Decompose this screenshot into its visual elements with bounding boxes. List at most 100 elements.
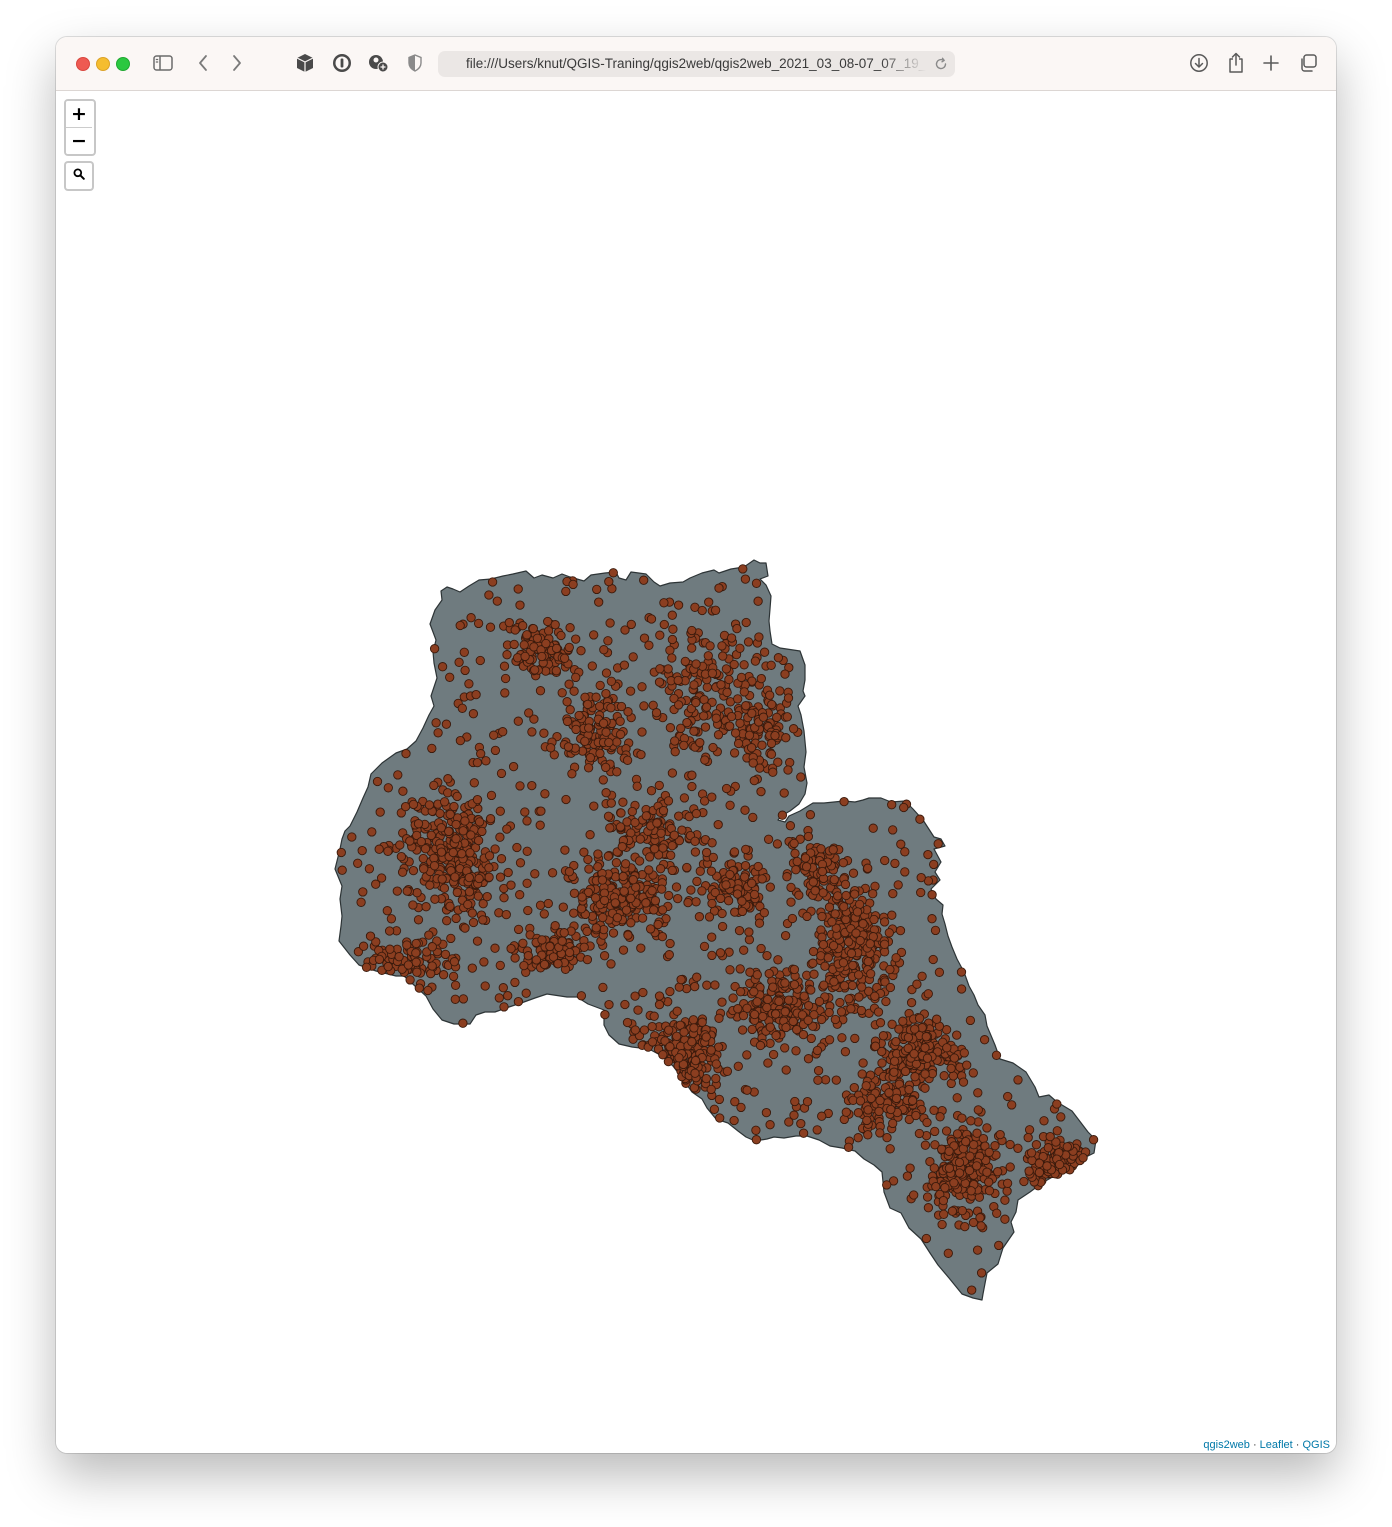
map-point-marker[interactable] [457, 703, 467, 713]
map-point-marker[interactable] [518, 621, 528, 631]
map-point-marker[interactable] [857, 1069, 867, 1079]
map-point-marker[interactable] [677, 825, 687, 835]
map-point-marker[interactable] [840, 879, 851, 890]
map-point-marker[interactable] [413, 819, 424, 829]
map-point-marker[interactable] [1039, 1116, 1049, 1126]
map-point-marker[interactable] [699, 941, 710, 952]
map-point-marker[interactable] [852, 907, 863, 917]
map-point-marker[interactable] [884, 928, 894, 938]
map-point-marker[interactable] [754, 918, 765, 928]
map-point-marker[interactable] [433, 728, 443, 738]
map-point-marker[interactable] [714, 1013, 724, 1023]
map-point-marker[interactable] [473, 835, 484, 846]
map-point-marker[interactable] [991, 1050, 1002, 1060]
map-point-marker[interactable] [791, 865, 801, 875]
map-point-marker[interactable] [606, 703, 616, 713]
map-point-marker[interactable] [353, 858, 363, 868]
map-point-marker[interactable] [452, 887, 462, 898]
map-point-marker[interactable] [915, 814, 925, 824]
map-point-marker[interactable] [412, 888, 422, 898]
map-point-marker[interactable] [413, 915, 424, 925]
map-point-marker[interactable] [920, 1043, 930, 1053]
map-point-marker[interactable] [559, 653, 570, 663]
map-point-marker[interactable] [896, 839, 906, 849]
map-point-marker[interactable] [487, 577, 498, 587]
zoom-in-button[interactable]: + [66, 101, 92, 128]
map-point-marker[interactable] [408, 799, 419, 810]
map-point-marker[interactable] [717, 641, 727, 651]
map-point-marker[interactable] [752, 997, 762, 1007]
map-point-marker[interactable] [868, 889, 878, 899]
map-point-marker[interactable] [757, 874, 767, 884]
map-point-marker[interactable] [364, 864, 375, 874]
map-point-marker[interactable] [806, 985, 816, 995]
map-point-marker[interactable] [667, 841, 677, 851]
map-point-marker[interactable] [863, 1130, 873, 1140]
map-point-marker[interactable] [855, 935, 865, 946]
map-point-marker[interactable] [783, 765, 793, 775]
map-point-marker[interactable] [550, 921, 560, 931]
map-point-marker[interactable] [657, 884, 667, 894]
map-point-marker[interactable] [850, 1033, 860, 1044]
map-point-marker[interactable] [725, 800, 735, 810]
attribution-qgis-link[interactable]: QGIS [1302, 1439, 1330, 1451]
map-point-marker[interactable] [906, 997, 917, 1008]
map-point-marker[interactable] [803, 1054, 814, 1064]
map-point-marker[interactable] [522, 878, 532, 888]
map-point-marker[interactable] [501, 909, 511, 920]
map-point-marker[interactable] [405, 975, 415, 985]
map-point-marker[interactable] [803, 831, 814, 842]
map-point-marker[interactable] [695, 737, 705, 748]
map-point-marker[interactable] [726, 633, 737, 643]
map-point-marker[interactable] [383, 846, 393, 856]
map-point-marker[interactable] [762, 1002, 772, 1013]
map-point-marker[interactable] [1000, 1214, 1010, 1224]
map-point-marker[interactable] [1002, 1178, 1013, 1188]
map-point-marker[interactable] [808, 958, 818, 968]
map-point-marker[interactable] [673, 700, 684, 710]
map-point-marker[interactable] [665, 938, 675, 949]
map-point-marker[interactable] [802, 911, 812, 922]
map-point-marker[interactable] [798, 1128, 809, 1138]
map-point-marker[interactable] [733, 1061, 743, 1071]
map-point-marker[interactable] [425, 880, 435, 890]
map-point-marker[interactable] [674, 1053, 684, 1063]
map-point-marker[interactable] [626, 918, 636, 928]
map-point-marker[interactable] [574, 710, 584, 721]
map-point-marker[interactable] [751, 578, 762, 588]
map-point-marker[interactable] [875, 1018, 886, 1028]
map-point-marker[interactable] [935, 1112, 945, 1122]
map-point-marker[interactable] [690, 836, 700, 846]
map-point-marker[interactable] [930, 1126, 940, 1137]
map-point-marker[interactable] [523, 905, 533, 916]
map-point-marker[interactable] [884, 1088, 894, 1098]
map-point-marker[interactable] [543, 626, 554, 636]
map-point-marker[interactable] [700, 755, 710, 765]
map-point-marker[interactable] [504, 617, 514, 628]
map-point-marker[interactable] [502, 824, 512, 834]
sidebar-toggle-icon[interactable] [151, 51, 175, 75]
map-point-marker[interactable] [748, 758, 758, 768]
map-point-marker[interactable] [740, 860, 751, 871]
map-point-marker[interactable] [829, 874, 839, 885]
tab-overview-icon[interactable] [1296, 51, 1320, 75]
map-point-marker[interactable] [472, 936, 483, 946]
map-point-marker[interactable] [522, 816, 532, 826]
map-point-marker[interactable] [751, 1125, 761, 1135]
map-point-marker[interactable] [658, 805, 669, 816]
map-point-marker[interactable] [540, 789, 550, 799]
map-point-marker[interactable] [630, 817, 640, 828]
map-point-marker[interactable] [902, 1171, 913, 1181]
map-point-marker[interactable] [484, 863, 494, 873]
map-point-marker[interactable] [494, 993, 504, 1003]
map-point-marker[interactable] [503, 867, 513, 878]
map-point-marker[interactable] [717, 997, 727, 1007]
map-point-marker[interactable] [490, 745, 501, 756]
map-point-marker[interactable] [900, 867, 910, 877]
map-point-marker[interactable] [500, 673, 511, 684]
map-point-marker[interactable] [725, 721, 735, 731]
map-point-marker[interactable] [861, 1081, 871, 1091]
map-point-marker[interactable] [646, 614, 657, 624]
map-point-marker[interactable] [430, 894, 440, 904]
map-point-marker[interactable] [952, 1030, 962, 1040]
